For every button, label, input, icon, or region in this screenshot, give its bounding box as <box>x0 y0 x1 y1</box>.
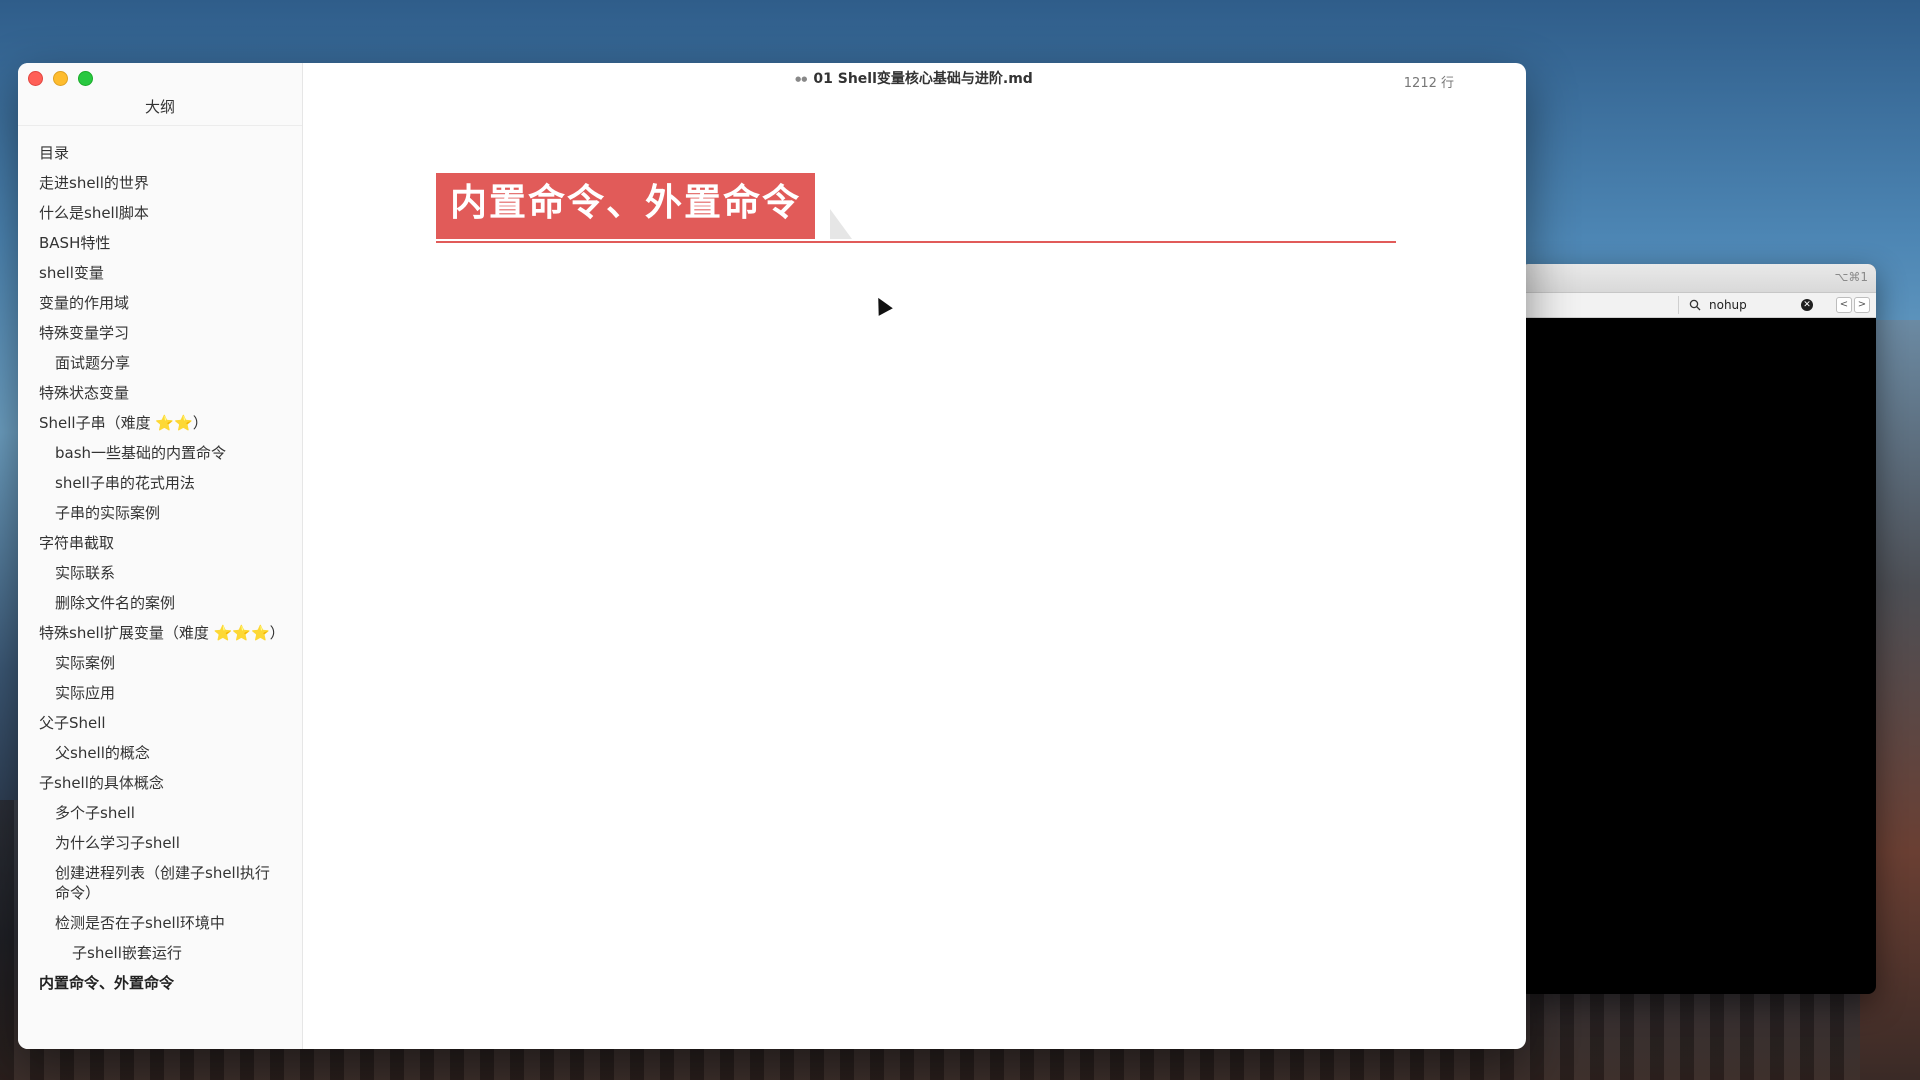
outline-item[interactable]: 什么是shell脚本 <box>18 198 302 228</box>
outline-item[interactable]: 多个子shell <box>18 798 302 828</box>
editor-content[interactable]: 内置命令、外置命令 <box>302 63 1526 1049</box>
search-icon <box>1689 299 1701 311</box>
terminal-titlebar[interactable]: ⌥⌘1 <box>1520 264 1876 293</box>
window-controls <box>28 71 93 86</box>
terminal-window[interactable]: ⌥⌘1 nohup ✕ < > <box>1520 264 1876 994</box>
outline-item[interactable]: 特殊变量学习 <box>18 318 302 348</box>
editor-window[interactable]: 大纲 目录 走进shell的世界 什么是shell脚本 BASH特性 shell变量 变量… <box>18 63 1526 1049</box>
outline-item[interactable]: 字符串截取 <box>18 528 302 558</box>
outline-item[interactable]: Shell子串（难度 ⭐⭐） <box>18 408 302 438</box>
heading-block[interactable]: 内置命令、外置命令 <box>436 173 1396 243</box>
maximize-window-button[interactable] <box>78 71 93 86</box>
terminal-search-nav: < > <box>1836 297 1870 313</box>
outline-item[interactable]: bash一些基础的内置命令 <box>18 438 302 468</box>
outline-item[interactable]: 删除文件名的案例 <box>18 588 302 618</box>
outline-item[interactable]: 特殊状态变量 <box>18 378 302 408</box>
outline-item[interactable]: shell子串的花式用法 <box>18 468 302 498</box>
outline-item[interactable]: shell变量 <box>18 258 302 288</box>
outline-item[interactable]: 为什么学习子shell <box>18 828 302 858</box>
outline-item[interactable]: 变量的作用域 <box>18 288 302 318</box>
document-heading[interactable]: 内置命令、外置命令 <box>436 173 815 239</box>
outline-item[interactable]: 实际案例 <box>18 648 302 678</box>
outline-item[interactable]: 创建进程列表（创建子shell执行命令） <box>18 858 302 908</box>
search-previous-button[interactable]: < <box>1836 297 1852 313</box>
outline-item[interactable]: 面试题分享 <box>18 348 302 378</box>
outline-item[interactable]: 子串的实际案例 <box>18 498 302 528</box>
outline-item[interactable]: 特殊shell扩展变量（难度 ⭐⭐⭐） <box>18 618 302 648</box>
outline-item[interactable]: BASH特性 <box>18 228 302 258</box>
heading-fold-decoration <box>830 209 852 239</box>
outline-item[interactable]: 父shell的概念 <box>18 738 302 768</box>
sidebar-divider <box>18 125 302 126</box>
outline-item[interactable]: 子shell的具体概念 <box>18 768 302 798</box>
search-next-button[interactable]: > <box>1854 297 1870 313</box>
terminal-toolbar: nohup ✕ < > <box>1520 293 1876 318</box>
terminal-search-value[interactable]: nohup <box>1709 298 1747 312</box>
terminal-shortcut-label: ⌥⌘1 <box>1834 270 1868 284</box>
outline-item[interactable]: 走进shell的世界 <box>18 168 302 198</box>
outline-item[interactable]: 内置命令、外置命令 <box>18 968 302 998</box>
outline-item[interactable]: 父子Shell <box>18 708 302 738</box>
minimize-window-button[interactable] <box>53 71 68 86</box>
clear-search-icon[interactable]: ✕ <box>1801 299 1813 311</box>
outline-item[interactable]: 子shell嵌套运行 <box>18 938 302 968</box>
outline-item[interactable]: 目录 <box>18 138 302 168</box>
outline-list: 目录 走进shell的世界 什么是shell脚本 BASH特性 shell变量 变量的作用… <box>18 138 302 998</box>
terminal-search-field[interactable]: nohup ✕ <box>1678 296 1817 314</box>
outline-sidebar: 大纲 目录 走进shell的世界 什么是shell脚本 BASH特性 shell变量 变量… <box>18 63 303 1049</box>
outline-item[interactable]: 检测是否在子shell环境中 <box>18 908 302 938</box>
outline-item[interactable]: 实际联系 <box>18 558 302 588</box>
sidebar-title: 大纲 <box>144 98 175 116</box>
close-window-button[interactable] <box>28 71 43 86</box>
outline-item[interactable]: 实际应用 <box>18 678 302 708</box>
